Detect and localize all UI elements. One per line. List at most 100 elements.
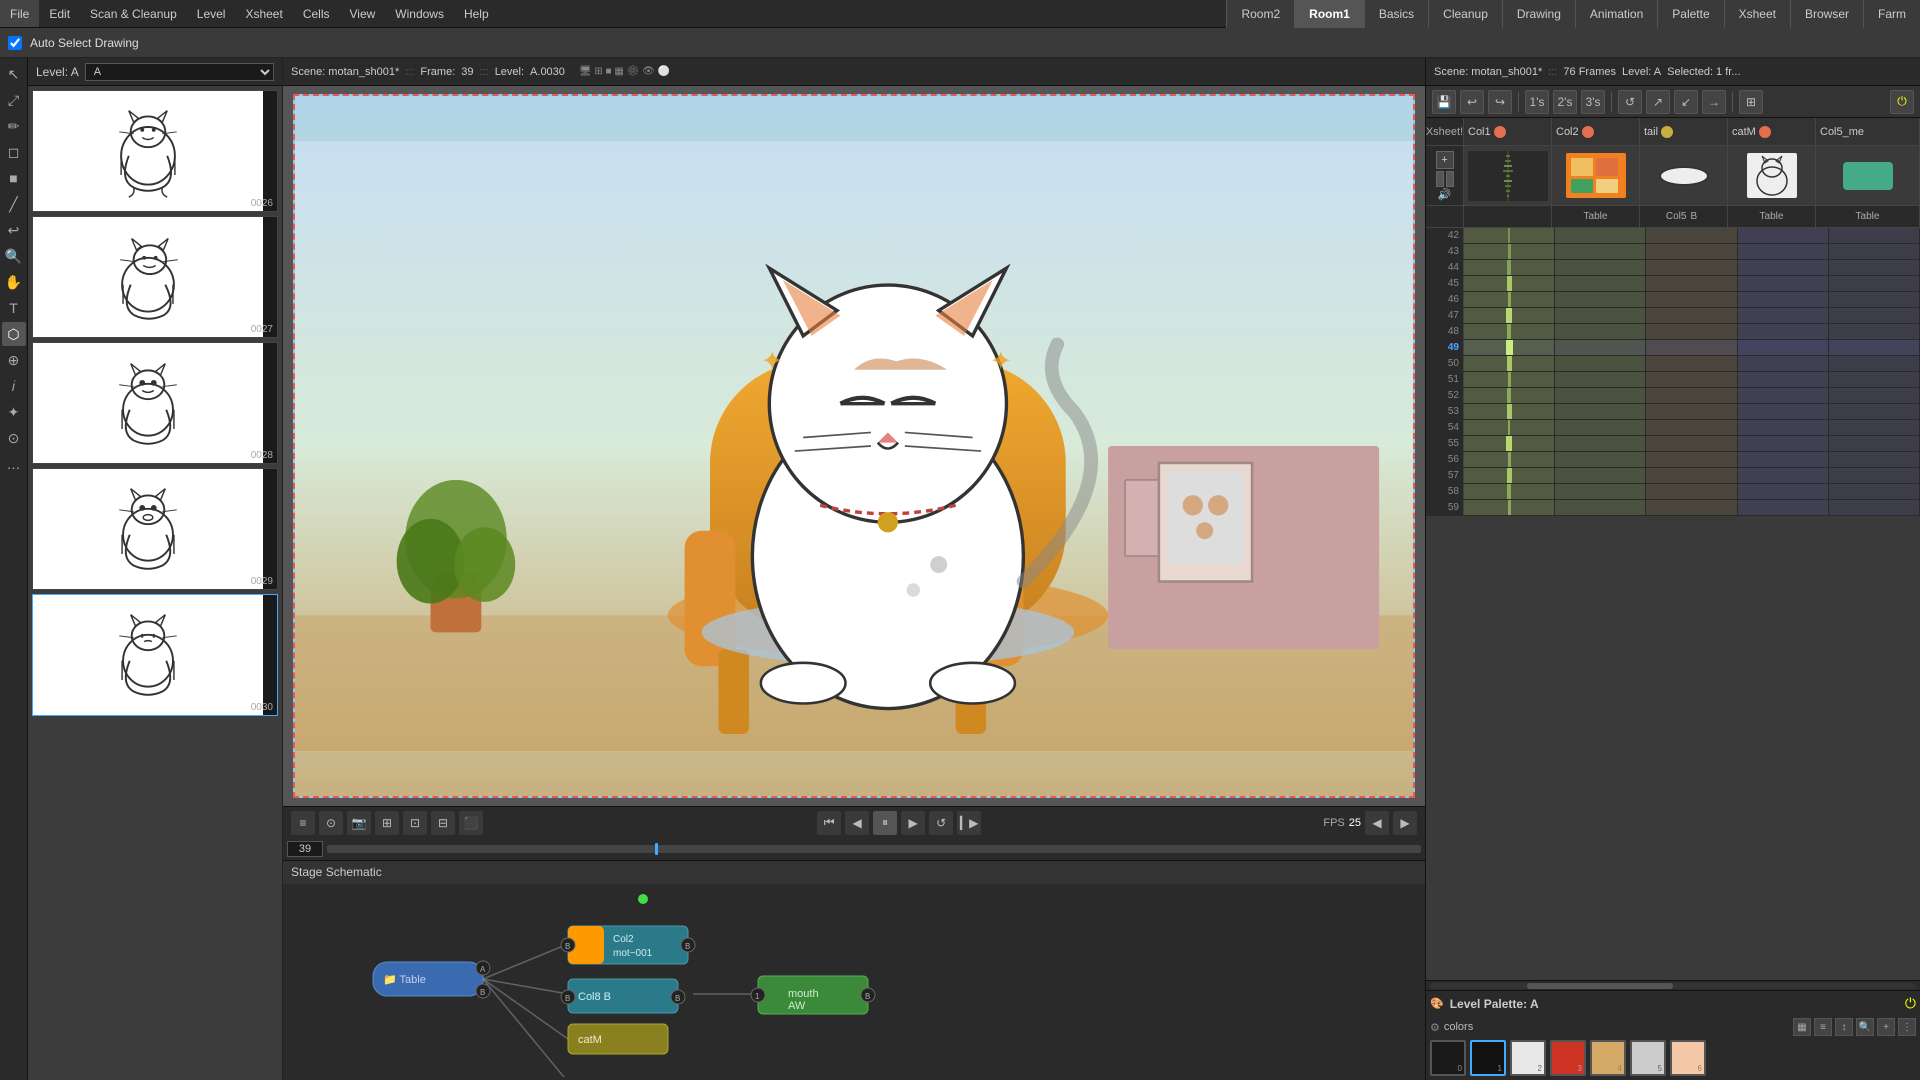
- thumbnail-item[interactable]: 0027: [32, 216, 278, 338]
- cell-col5me[interactable]: [1829, 436, 1920, 451]
- tool-pointer[interactable]: ⬡: [2, 322, 26, 346]
- table-row[interactable]: 43: [1426, 244, 1920, 260]
- tool-hand[interactable]: ✋: [2, 270, 26, 294]
- cell-catM[interactable]: [1738, 484, 1829, 499]
- cell-col5me[interactable]: [1829, 260, 1920, 275]
- swatch-1[interactable]: 1: [1470, 1040, 1506, 1076]
- xs-3s-btn[interactable]: 3's: [1581, 90, 1605, 114]
- cell-tail[interactable]: [1646, 452, 1737, 467]
- cell-col2[interactable]: [1555, 500, 1646, 515]
- frame-number-input[interactable]: [287, 841, 323, 857]
- cell-catM[interactable]: [1738, 292, 1829, 307]
- canvas-content[interactable]: ✦ ✦: [295, 96, 1413, 796]
- menu-windows[interactable]: Windows: [385, 0, 454, 27]
- pal-sort-btn[interactable]: ↕: [1835, 1018, 1853, 1036]
- cell-col5me[interactable]: [1829, 340, 1920, 355]
- cell-catM[interactable]: [1738, 228, 1829, 243]
- swatch-6[interactable]: 6: [1670, 1040, 1706, 1076]
- cell-col2[interactable]: [1555, 228, 1646, 243]
- table-row[interactable]: 51: [1426, 372, 1920, 388]
- pause-btn[interactable]: ⏸: [873, 811, 897, 835]
- menu-help[interactable]: Help: [454, 0, 499, 27]
- tail-color-btn[interactable]: [1661, 126, 1673, 138]
- cell-catM[interactable]: [1738, 244, 1829, 259]
- tool-rubber[interactable]: ⊕: [2, 348, 26, 372]
- cell-col2[interactable]: [1555, 372, 1646, 387]
- view-btn[interactable]: ⊞: [375, 811, 399, 835]
- thumbnail-item[interactable]: 0029: [32, 468, 278, 590]
- cell-col2[interactable]: [1555, 484, 1646, 499]
- table-row[interactable]: 58: [1426, 484, 1920, 500]
- cell-col5me[interactable]: [1829, 388, 1920, 403]
- cell-col1[interactable]: [1464, 436, 1555, 451]
- room-tab-basics[interactable]: Basics: [1364, 0, 1428, 28]
- cell-catM[interactable]: [1738, 356, 1829, 371]
- prev-btn[interactable]: ◀: [845, 811, 869, 835]
- cell-col2[interactable]: [1555, 420, 1646, 435]
- cell-col2[interactable]: [1555, 340, 1646, 355]
- cell-col5me[interactable]: [1829, 228, 1920, 243]
- pal-options-btn[interactable]: ⋮: [1898, 1018, 1916, 1036]
- cell-tail[interactable]: [1646, 340, 1737, 355]
- room-tab-palette[interactable]: Palette: [1657, 0, 1723, 28]
- cell-tail[interactable]: [1646, 404, 1737, 419]
- xs-sound-btn[interactable]: 🔊: [1435, 189, 1455, 201]
- xs-power-btn[interactable]: ⏻: [1890, 90, 1914, 114]
- cell-col5me[interactable]: [1829, 404, 1920, 419]
- cell-col1[interactable]: [1464, 468, 1555, 483]
- table-row[interactable]: 56: [1426, 452, 1920, 468]
- xs-more-btn[interactable]: ⊞: [1739, 90, 1763, 114]
- cell-col5me[interactable]: [1829, 468, 1920, 483]
- pal-list-btn[interactable]: ≡: [1814, 1018, 1832, 1036]
- swatch-0[interactable]: 0: [1430, 1040, 1466, 1076]
- xs-loop-btn[interactable]: ↺: [1618, 90, 1642, 114]
- menu-edit[interactable]: Edit: [39, 0, 80, 27]
- room-tab-animation[interactable]: Animation: [1575, 0, 1657, 28]
- col-header-tail[interactable]: tail: [1640, 118, 1728, 145]
- cell-col5me[interactable]: [1829, 308, 1920, 323]
- cell-tail[interactable]: [1646, 388, 1737, 403]
- col2-color-btn[interactable]: [1582, 126, 1594, 138]
- cell-col5me[interactable]: [1829, 292, 1920, 307]
- cell-col2[interactable]: [1555, 436, 1646, 451]
- col-header-col1[interactable]: Col1: [1464, 118, 1552, 145]
- cell-col5me[interactable]: [1829, 372, 1920, 387]
- cell-col5me[interactable]: [1829, 452, 1920, 467]
- tool-pin[interactable]: ✦: [2, 400, 26, 424]
- level-select[interactable]: A: [85, 63, 274, 81]
- fit-btn[interactable]: ⊟: [431, 811, 455, 835]
- cell-col1[interactable]: [1464, 244, 1555, 259]
- cell-col5me[interactable]: [1829, 244, 1920, 259]
- table-row[interactable]: 54: [1426, 420, 1920, 436]
- room-tab-cleanup[interactable]: Cleanup: [1428, 0, 1502, 28]
- xsheet-grid[interactable]: 42 43 44: [1426, 228, 1920, 980]
- thumbnail-item-active[interactable]: 0030: [32, 594, 278, 716]
- xs-undo-btn[interactable]: ↩: [1460, 90, 1484, 114]
- scrubber-track[interactable]: [327, 845, 1421, 853]
- room-tab-xsheet[interactable]: Xsheet: [1724, 0, 1790, 28]
- cell-catM[interactable]: [1738, 276, 1829, 291]
- cell-col1[interactable]: [1464, 388, 1555, 403]
- tool-brush[interactable]: ✏: [2, 114, 26, 138]
- room-tab-drawing[interactable]: Drawing: [1502, 0, 1575, 28]
- menu-file[interactable]: File: [0, 0, 39, 27]
- cell-catM[interactable]: [1738, 436, 1829, 451]
- cell-tail[interactable]: [1646, 260, 1737, 275]
- tool-bend[interactable]: ↩: [2, 218, 26, 242]
- cell-col5me[interactable]: [1829, 356, 1920, 371]
- cell-col2[interactable]: [1555, 308, 1646, 323]
- tool-camera[interactable]: ⊙: [2, 426, 26, 450]
- table-row[interactable]: 46: [1426, 292, 1920, 308]
- catM-color-btn[interactable]: [1759, 126, 1771, 138]
- tool-select[interactable]: ↖: [2, 62, 26, 86]
- cell-col1[interactable]: [1464, 404, 1555, 419]
- table-row[interactable]: 42: [1426, 228, 1920, 244]
- tool-eraser[interactable]: ◻: [2, 140, 26, 164]
- cell-tail[interactable]: [1646, 356, 1737, 371]
- camera-btn[interactable]: 📷: [347, 811, 371, 835]
- cell-col1[interactable]: [1464, 308, 1555, 323]
- cell-tail[interactable]: [1646, 436, 1737, 451]
- xs-add-btn[interactable]: +: [1436, 151, 1454, 169]
- thumbnail-item[interactable]: 0026: [32, 90, 278, 212]
- skip-start-btn[interactable]: ⏮: [817, 811, 841, 835]
